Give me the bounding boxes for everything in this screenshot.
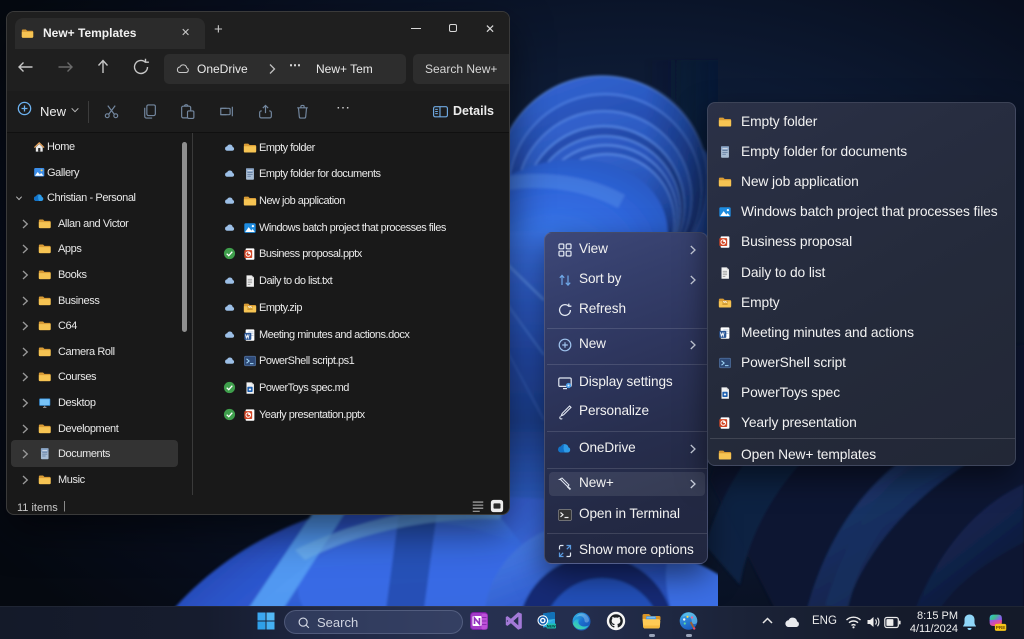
svg-text:NEW: NEW (547, 624, 556, 628)
svg-text:PRE: PRE (996, 625, 1006, 631)
